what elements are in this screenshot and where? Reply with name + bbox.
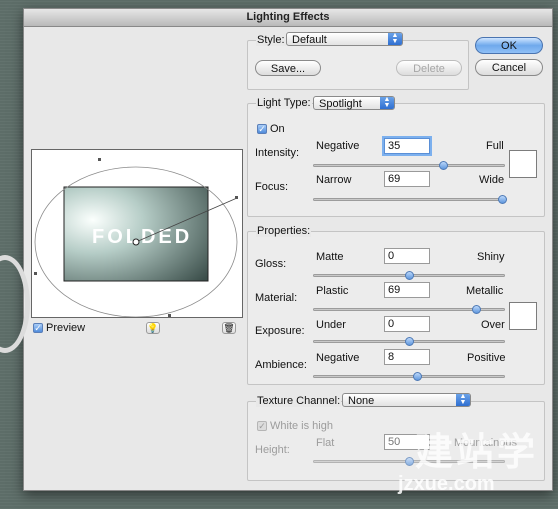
light-on-label: On xyxy=(270,123,285,135)
watermark-logo-text: 建站学 xyxy=(415,432,539,474)
exposure-field[interactable]: 0 xyxy=(384,316,430,332)
height-slider-thumb[interactable] xyxy=(405,457,414,466)
exposure-label: Exposure: xyxy=(255,325,305,337)
ambience-max-label: Positive xyxy=(467,352,506,364)
exposure-slider-thumb[interactable] xyxy=(405,337,414,346)
ambience-label: Ambience: xyxy=(255,359,307,371)
gloss-field[interactable]: 0 xyxy=(384,248,430,264)
exposure-max-label: Over xyxy=(481,319,505,331)
style-delete-button[interactable]: Delete xyxy=(396,60,462,76)
material-label: Material: xyxy=(255,292,298,304)
light-type-label: Light Type: xyxy=(256,97,312,109)
focus-slider[interactable] xyxy=(313,195,508,204)
style-select[interactable]: Default ▲ ▼ xyxy=(286,32,403,46)
light-handle-bottom xyxy=(168,314,171,317)
gloss-slider[interactable] xyxy=(313,271,505,280)
preview-image-text: FOLDED xyxy=(92,226,192,248)
gloss-slider-thumb[interactable] xyxy=(405,271,414,280)
lighting-effects-dialog: Lighting Effects FOLDED ✓ Preview 💡 🗑 St… xyxy=(23,8,553,491)
intensity-label: Intensity: xyxy=(255,147,300,159)
light-handle-top xyxy=(98,158,101,161)
new-light-bulb-icon[interactable]: 💡 xyxy=(146,322,160,334)
white-is-high-checkbox[interactable]: ✓ xyxy=(257,421,267,431)
style-select-value: Default xyxy=(292,34,327,46)
focus-label: Focus: xyxy=(255,181,289,193)
watermark-url: jzxue.com xyxy=(398,473,495,495)
cancel-button[interactable]: Cancel xyxy=(475,59,543,76)
material-min-label: Plastic xyxy=(316,285,349,297)
preview-label: Preview xyxy=(46,322,86,334)
gloss-max-label: Shiny xyxy=(477,251,505,263)
texture-channel-label: Texture Channel: xyxy=(256,395,342,407)
preview-pane[interactable]: FOLDED xyxy=(31,149,243,318)
light-center-handle xyxy=(132,238,140,246)
exposure-slider[interactable] xyxy=(313,337,505,346)
focus-field[interactable]: 69 xyxy=(384,171,430,187)
ambience-min-label: Negative xyxy=(316,352,360,364)
height-min-label: Flat xyxy=(316,437,335,449)
light-handle-left xyxy=(34,272,37,275)
ok-button[interactable]: OK xyxy=(475,37,543,54)
light-on-checkbox[interactable]: ✓ xyxy=(257,124,267,134)
ambience-slider[interactable] xyxy=(313,372,505,381)
texture-channel-select[interactable]: None ▲ ▼ xyxy=(342,393,471,407)
material-field[interactable]: 69 xyxy=(384,282,430,298)
popup-arrows-icon: ▲ ▼ xyxy=(380,96,394,109)
exposure-min-label: Under xyxy=(316,319,346,331)
gloss-label: Gloss: xyxy=(255,258,287,270)
preview-checkbox[interactable]: ✓ xyxy=(33,323,43,333)
light-handle-right xyxy=(235,196,238,199)
light-type-select[interactable]: Spotlight ▲ ▼ xyxy=(313,96,395,110)
properties-label: Properties: xyxy=(256,225,312,237)
focus-max-label: Wide xyxy=(479,174,505,186)
ambience-slider-thumb[interactable] xyxy=(412,372,422,381)
ambience-field[interactable]: 8 xyxy=(384,349,430,365)
popup-arrows-icon: ▲ ▼ xyxy=(456,393,470,406)
focus-min-label: Narrow xyxy=(316,174,352,186)
gloss-min-label: Matte xyxy=(316,251,344,263)
light-color-swatch[interactable] xyxy=(509,150,537,178)
intensity-max-label: Full xyxy=(486,140,504,152)
height-label: Height: xyxy=(255,444,290,456)
popup-arrows-icon: ▲ ▼ xyxy=(388,32,402,45)
window-title: Lighting Effects xyxy=(24,9,552,27)
intensity-slider[interactable] xyxy=(313,161,505,170)
trash-icon[interactable]: 🗑 xyxy=(222,322,236,334)
texture-channel-select-value: None xyxy=(348,395,375,407)
material-max-label: Metallic xyxy=(466,285,504,297)
ambient-color-swatch[interactable] xyxy=(509,302,537,330)
intensity-min-label: Negative xyxy=(316,140,360,152)
style-save-button[interactable]: Save... xyxy=(255,60,321,76)
light-type-select-value: Spotlight xyxy=(319,98,362,110)
intensity-field[interactable]: 35 xyxy=(384,138,430,154)
material-slider[interactable] xyxy=(313,305,505,314)
preview-canvas[interactable]: FOLDED xyxy=(32,150,242,318)
white-is-high-label: White is high xyxy=(270,420,333,432)
style-label: Style: xyxy=(256,34,286,46)
material-slider-thumb[interactable] xyxy=(471,305,481,314)
